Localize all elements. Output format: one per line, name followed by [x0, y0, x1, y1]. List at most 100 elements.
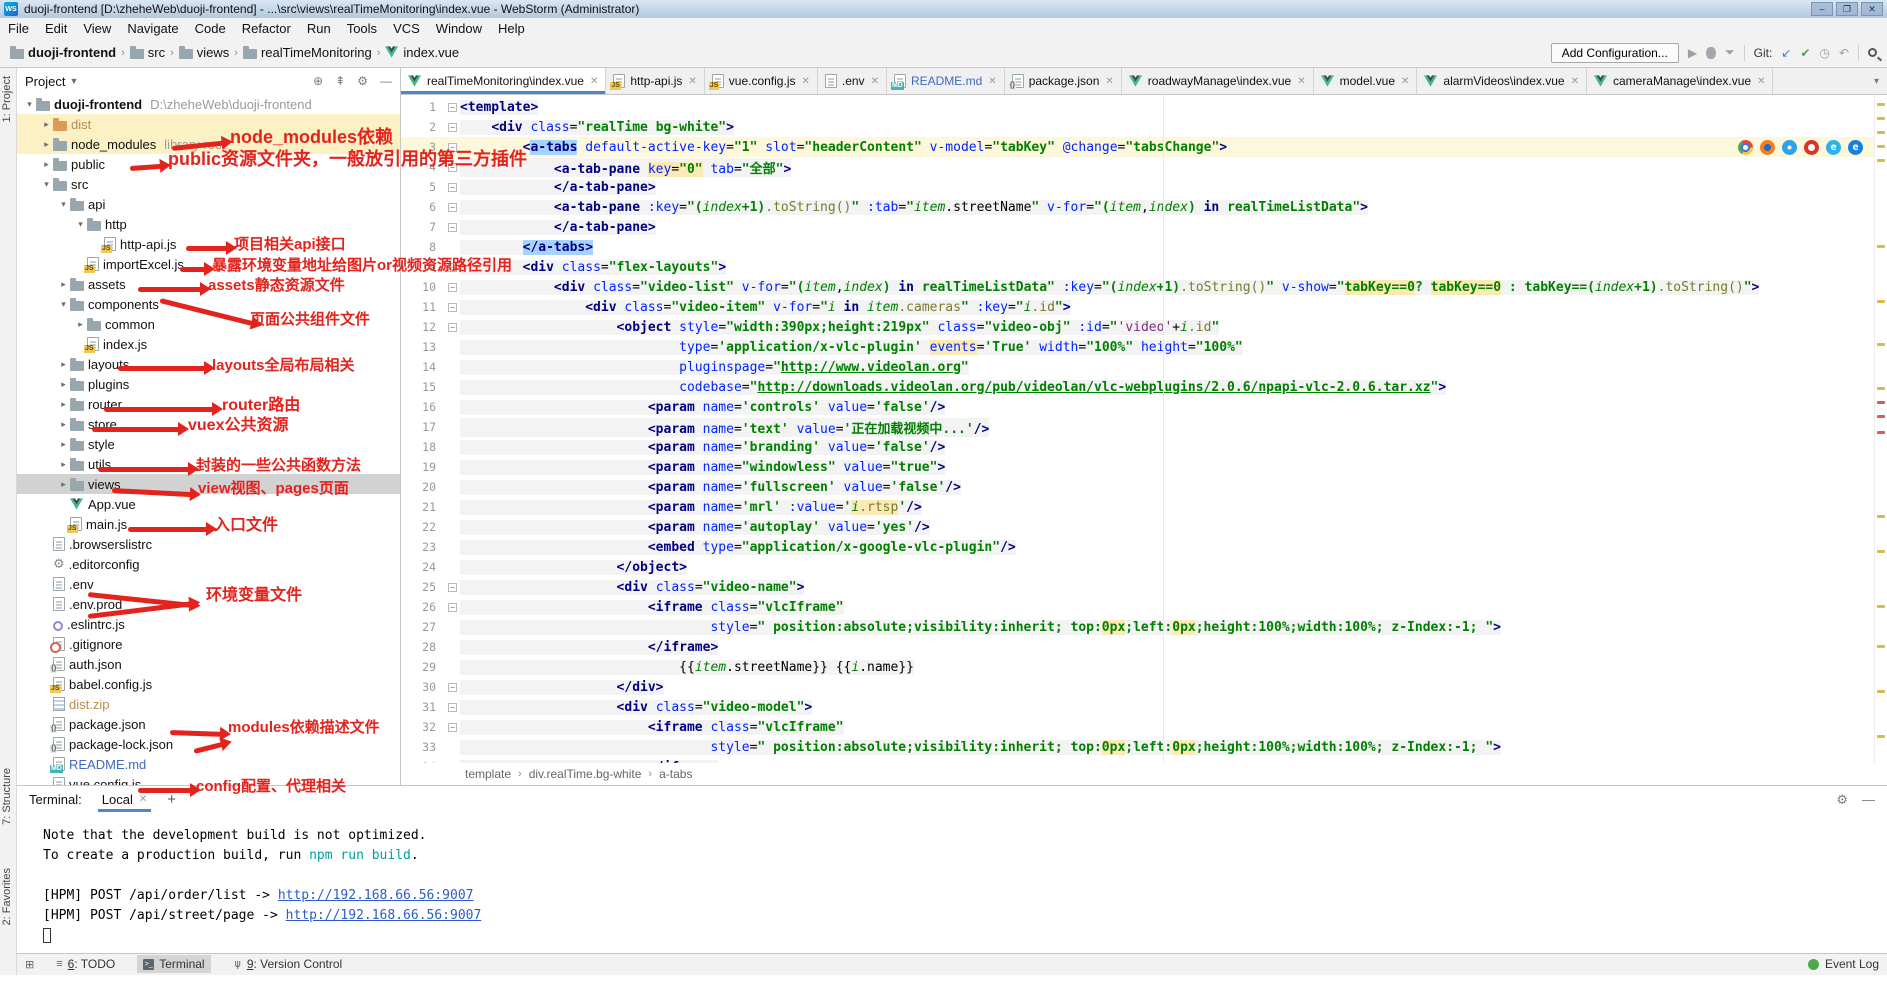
hide-panel-icon[interactable]: — — [380, 74, 392, 88]
tree-row-http[interactable]: ▾http — [17, 214, 400, 234]
tree-row-.gitignore[interactable]: .gitignore — [17, 634, 400, 654]
profiler-icon[interactable]: ⏷ — [1725, 45, 1735, 60]
breadcrumb-item[interactable]: index.vue — [385, 45, 459, 60]
close-icon[interactable]: ✕ — [1401, 76, 1409, 87]
close-icon[interactable]: ✕ — [139, 794, 147, 805]
tree-row-package.json[interactable]: package.json — [17, 714, 400, 734]
ie-icon[interactable] — [1826, 140, 1841, 155]
code-editor[interactable]: 1−<template>2− <div class="realTime bg-w… — [401, 95, 1887, 763]
tree-chevron-icon[interactable]: ▸ — [57, 459, 70, 470]
tree-chevron-icon[interactable]: ▾ — [40, 179, 53, 190]
tree-row-common[interactable]: ▸common — [17, 314, 400, 334]
tree-row-README.md[interactable]: README.md — [17, 754, 400, 774]
tree-row-style[interactable]: ▸style — [17, 434, 400, 454]
tree-chevron-icon[interactable]: ▾ — [74, 219, 87, 230]
rollback-icon[interactable]: ↶ — [1839, 46, 1849, 60]
fold-marker-icon[interactable]: − — [448, 203, 457, 212]
maximize-button[interactable]: ❐ — [1836, 2, 1858, 16]
tree-chevron-icon[interactable]: ▸ — [57, 359, 70, 370]
tree-chevron-icon[interactable]: ▸ — [74, 319, 87, 330]
tree-row-node_modules[interactable]: ▸node_moduleslibrary root — [17, 134, 400, 154]
collapse-all-icon[interactable]: ⇞ — [335, 74, 345, 88]
tree-row-views[interactable]: ▸views — [17, 474, 400, 494]
breadcrumb-item[interactable]: views — [179, 45, 230, 60]
menu-help[interactable]: Help — [490, 19, 533, 38]
tool-window-favorites[interactable]: 2: Favorites — [1, 868, 13, 925]
tree-row-http-api.js[interactable]: http-api.js — [17, 234, 400, 254]
tree-row-importExcel.js[interactable]: importExcel.js — [17, 254, 400, 274]
edge-icon[interactable] — [1848, 140, 1863, 155]
close-icon[interactable]: ✕ — [1297, 76, 1305, 87]
fold-gutter[interactable]: − — [445, 263, 460, 272]
fold-gutter[interactable]: − — [445, 203, 460, 212]
breadcrumb-item[interactable]: src — [130, 45, 165, 60]
fold-marker-icon[interactable]: − — [448, 583, 457, 592]
menu-window[interactable]: Window — [428, 19, 490, 38]
menu-navigate[interactable]: Navigate — [119, 19, 186, 38]
terminal-link[interactable]: http://192.168.66.56:9007 — [286, 908, 482, 923]
tree-row-dist[interactable]: ▸dist — [17, 114, 400, 134]
tree-row-assets[interactable]: ▸assets — [17, 274, 400, 294]
editor-tab[interactable]: realTimeMonitoring\index.vue✕ — [401, 68, 606, 94]
fold-marker-icon[interactable]: − — [448, 283, 457, 292]
fold-gutter[interactable]: − — [445, 143, 460, 152]
menu-view[interactable]: View — [75, 19, 119, 38]
safari-icon[interactable] — [1782, 140, 1797, 155]
tree-row-utils[interactable]: ▸utils — [17, 454, 400, 474]
close-icon[interactable]: ✕ — [590, 76, 598, 87]
fold-marker-icon[interactable]: − — [448, 323, 457, 332]
fold-gutter[interactable]: − — [445, 163, 460, 172]
tree-row-auth.json[interactable]: auth.json — [17, 654, 400, 674]
tree-row-vue.config.js[interactable]: vue.config.js — [17, 774, 400, 785]
tree-row-.eslintrc.js[interactable]: .eslintrc.js — [17, 614, 400, 634]
fold-marker-icon[interactable]: − — [448, 223, 457, 232]
fold-gutter[interactable]: − — [445, 683, 460, 692]
tree-chevron-icon[interactable]: ▾ — [23, 99, 36, 110]
menu-vcs[interactable]: VCS — [385, 19, 428, 38]
editor-tab[interactable]: http-api.js✕ — [606, 68, 704, 94]
fold-gutter[interactable]: − — [445, 723, 460, 732]
editor-breadcrumb-item[interactable]: a-tabs — [659, 767, 692, 781]
tree-chevron-icon[interactable]: ▸ — [40, 139, 53, 150]
tree-chevron-icon[interactable]: ▸ — [57, 399, 70, 410]
gear-icon[interactable]: ⚙ — [357, 74, 368, 88]
tree-chevron-icon[interactable]: ▸ — [40, 119, 53, 130]
tree-chevron-icon[interactable]: ▾ — [57, 299, 70, 310]
close-icon[interactable]: ✕ — [1757, 76, 1765, 87]
fold-gutter[interactable]: − — [445, 603, 460, 612]
editor-tab[interactable]: README.md✕ — [887, 68, 1005, 94]
fold-gutter[interactable]: − — [445, 703, 460, 712]
terminal-tab-local[interactable]: Local ✕ — [98, 788, 151, 811]
editor-breadcrumb-item[interactable]: template — [465, 767, 511, 781]
tree-row-store[interactable]: ▸store — [17, 414, 400, 434]
git-update-icon[interactable]: ↙ — [1781, 46, 1791, 60]
new-terminal-button[interactable]: + — [167, 791, 176, 808]
tree-chevron-icon[interactable]: ▸ — [40, 159, 53, 170]
editor-tab[interactable]: .env✕ — [818, 68, 887, 94]
fold-marker-icon[interactable]: − — [448, 723, 457, 732]
menu-code[interactable]: Code — [187, 19, 234, 38]
error-stripe[interactable] — [1874, 95, 1887, 763]
search-everywhere-icon[interactable] — [1868, 48, 1877, 57]
terminal-link[interactable]: http://192.168.66.56:9007 — [278, 888, 474, 903]
tree-chevron-icon[interactable]: ▸ — [57, 439, 70, 450]
tree-row-plugins[interactable]: ▸plugins — [17, 374, 400, 394]
minimize-panel-icon[interactable]: — — [1862, 792, 1875, 808]
fold-marker-icon[interactable]: − — [448, 183, 457, 192]
tree-row-router[interactable]: ▸router — [17, 394, 400, 414]
tree-row-layouts[interactable]: ▸layouts — [17, 354, 400, 374]
fold-gutter[interactable]: − — [445, 223, 460, 232]
editor-breadcrumb-item[interactable]: div.realTime.bg-white — [529, 767, 642, 781]
tree-row-.browserslistrc[interactable]: .browserslistrc — [17, 534, 400, 554]
tool-window-structure[interactable]: 7: Structure — [1, 768, 13, 825]
breadcrumb-item[interactable]: realTimeMonitoring — [243, 45, 372, 60]
tree-chevron-icon[interactable]: ▸ — [57, 279, 70, 290]
chrome-icon[interactable] — [1738, 140, 1753, 155]
editor-tab[interactable]: alarmVideos\index.vue✕ — [1417, 68, 1587, 94]
tree-chevron-icon[interactable]: ▸ — [57, 419, 70, 430]
tree-chevron-icon[interactable]: ▸ — [57, 379, 70, 390]
menu-edit[interactable]: Edit — [37, 19, 75, 38]
opera-icon[interactable] — [1804, 140, 1819, 155]
debug-icon[interactable] — [1706, 47, 1716, 59]
chevron-down-icon[interactable]: ▼ — [69, 76, 78, 86]
